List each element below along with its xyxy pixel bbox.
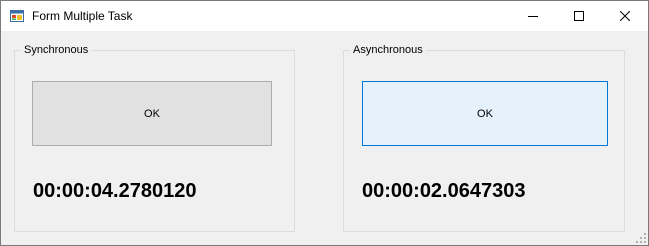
resize-grip-icon[interactable]	[636, 233, 646, 243]
form-app-icon[interactable]	[10, 9, 24, 23]
synchronous-ok-label: OK	[144, 107, 160, 120]
close-icon	[620, 11, 630, 21]
maximize-icon	[574, 11, 584, 21]
synchronous-elapsed-time: 00:00:04.2780120	[33, 180, 197, 202]
close-button[interactable]	[602, 1, 648, 31]
minimize-button[interactable]	[510, 1, 556, 31]
asynchronous-elapsed-time: 00:00:02.0647303	[362, 180, 526, 202]
form-client-area: Synchronous OK 00:00:04.2780120 Asynchro…	[1, 31, 648, 245]
synchronous-ok-button[interactable]: OK	[32, 81, 272, 146]
maximize-button[interactable]	[556, 1, 602, 31]
asynchronous-group: Asynchronous OK 00:00:02.0647303	[343, 44, 625, 232]
asynchronous-group-label: Asynchronous	[350, 44, 426, 56]
minimize-icon	[528, 16, 538, 17]
title-bar[interactable]: Form Multiple Task	[1, 1, 648, 31]
app-window: Form Multiple Task Synchronous OK 00:00:…	[0, 0, 649, 246]
synchronous-group-label: Synchronous	[21, 44, 92, 56]
asynchronous-ok-label: OK	[477, 107, 493, 120]
asynchronous-ok-button[interactable]: OK	[362, 81, 608, 146]
synchronous-group: Synchronous OK 00:00:04.2780120	[14, 44, 295, 232]
window-title: Form Multiple Task	[32, 9, 133, 23]
